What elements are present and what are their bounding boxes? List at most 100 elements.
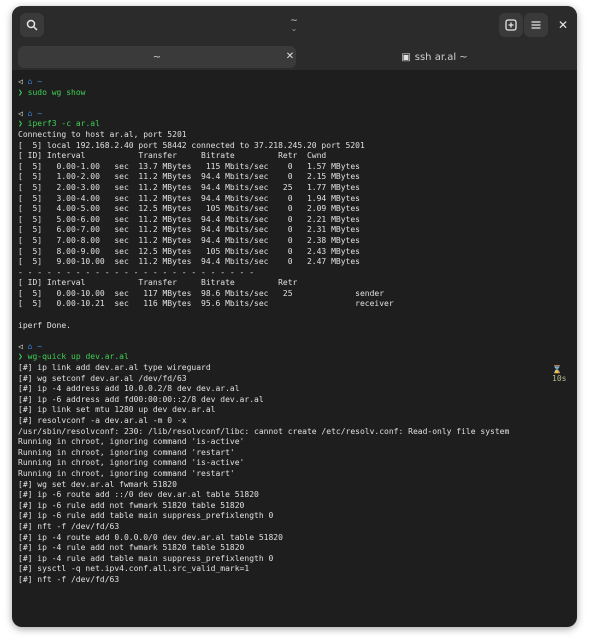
prompt-home-path: ⌂ ~ — [27, 77, 43, 86]
terminal-line: [ 5] 4.00-5.00 sec 12.5 MBytes 105 Mbits… — [18, 204, 574, 215]
output-text: Running in chroot, ignoring command 'res… — [18, 468, 235, 478]
prompt-arrow-icon: ◁ — [18, 77, 23, 86]
terminal-output[interactable]: ◁ ⌂ ~ ❯ sudo wg show ◁ ⌂ ~ ❯ iperf3 -c ar.a… — [18, 77, 574, 586]
terminal-line: ◁ ⌂ ~ — [18, 109, 574, 120]
terminal-line: [ 5] 8.00-9.00 sec 12.5 MBytes 105 Mbits… — [18, 247, 574, 258]
terminal-line: [ 5] 0.00-10.00 sec 117 MBytes 98.6 Mbit… — [18, 289, 574, 300]
terminal-line: [#] wg set dev.ar.al fwmark 51820 — [18, 480, 574, 491]
header-bar: ~ ⌄ ✕ — [12, 6, 577, 44]
terminal-line: Running in chroot, ignoring command 'is-… — [18, 458, 574, 469]
terminal-icon: ▣ — [401, 51, 411, 63]
terminal-line: /usr/sbin/resolvconf: 230: /lib/resolvco… — [18, 427, 574, 438]
terminal-line: [#] ip -4 route add 0.0.0.0/0 dev dev.ar… — [18, 533, 574, 544]
output-text: [#] ip -4 rule add table main suppress_p… — [18, 553, 274, 563]
terminal-line: [ 5] 7.00-8.00 sec 11.2 MBytes 94.4 Mbit… — [18, 236, 574, 247]
terminal-line: [#] nft -f /dev/fd/63 — [18, 522, 574, 533]
terminal-line: Running in chroot, ignoring command 'res… — [18, 469, 574, 480]
output-text: [ 5] 7.00-8.00 sec 11.2 MBytes 94.4 Mbit… — [18, 235, 360, 245]
output-text: [ 5] 0.00-10.00 sec 117 MBytes 98.6 Mbit… — [18, 288, 385, 298]
output-text: [ ID] Interval Transfer Bitrate Retr Cwn… — [18, 151, 327, 161]
output-text: [#] ip link add dev.ar.al type wireguard — [18, 363, 211, 373]
prompt-arrow-icon: ◁ — [18, 341, 23, 351]
window-subtitle: ⌄ — [290, 24, 298, 33]
tab-label: ssh ar.al ~ — [414, 51, 468, 63]
terminal-line: [ 5] 0.00-1.00 sec 13.7 MBytes 115 Mbits… — [18, 162, 574, 173]
search-button[interactable] — [20, 13, 44, 37]
terminal-line: [#] ip link set mtu 1280 up dev dev.ar.a… — [18, 405, 574, 416]
terminal-line: [ ID] Interval Transfer Bitrate Retr — [18, 278, 574, 289]
terminal-line: [#] nft -f /dev/fd/63 — [18, 575, 574, 586]
terminal-line: [ 5] 6.00-7.00 sec 11.2 MBytes 94.4 Mbit… — [18, 225, 574, 236]
output-text: [#] ip -6 route add ::/0 dev dev.ar.al t… — [18, 490, 259, 500]
terminal-line: ❯ sudo wg show — [18, 88, 574, 99]
output-text: - - - - - - - - - - - - - - - - - - - - … — [18, 267, 255, 277]
output-text: Running in chroot, ignoring command 'is-… — [18, 458, 245, 468]
output-text: [#] ip -4 rule add not fwmark 51820 tabl… — [18, 543, 245, 553]
output-text: [#] nft -f /dev/fd/63 — [18, 521, 120, 531]
output-text: [#] ip -4 address add 10.0.0.2/8 dev dev… — [18, 384, 240, 394]
terminal-line: ◁ ⌂ ~ — [18, 342, 574, 353]
terminal-line: [ 5] 2.00-3.00 sec 11.2 MBytes 94.4 Mbit… — [18, 183, 574, 194]
terminal-line: [#] ip -6 address add fd00:00:00::2/8 de… — [18, 395, 574, 406]
output-text: [#] ip -6 address add fd00:00:00::2/8 de… — [18, 394, 264, 404]
prompt-chevron-icon: ❯ — [18, 87, 23, 97]
output-text: [#] ip -4 route add 0.0.0.0/0 dev dev.ar… — [18, 532, 283, 542]
terminal-line: [ 5] 0.00-10.21 sec 116 MBytes 95.6 Mbit… — [18, 299, 574, 310]
terminal-line: [#] ip -6 route add ::/0 dev dev.ar.al t… — [18, 490, 574, 501]
tab-bar: ~ ✕ ▣ ssh ar.al ~ — [12, 44, 577, 70]
terminal-line: [#] ip -6 rule add table main suppress_p… — [18, 511, 574, 522]
tab-ssh-ar-al[interactable]: ▣ ssh ar.al ~ — [298, 46, 571, 68]
terminal-line: [#] ip -4 address add 10.0.0.2/8 dev dev… — [18, 384, 574, 395]
window-title: ~ ⌄ — [274, 17, 314, 33]
terminal-line: [#] ip link add dev.ar.al type wireguard — [18, 363, 574, 374]
tab-local-home[interactable]: ~ ✕ — [18, 46, 296, 68]
menu-button[interactable] — [524, 13, 548, 37]
hamburger-menu-icon — [531, 21, 541, 29]
terminal-line: [#] resolvconf -a dev.ar.al -m 0 -x — [18, 416, 574, 427]
output-text: /usr/sbin/resolvconf: 230: /lib/resolvco… — [18, 426, 510, 436]
output-text: [ 5] 5.00-6.00 sec 11.2 MBytes 94.4 Mbit… — [18, 214, 360, 224]
prompt-chevron-icon: ❯ — [18, 352, 23, 362]
output-text: Running in chroot, ignoring command 'res… — [18, 447, 235, 457]
tab-label: ~ — [152, 51, 162, 63]
terminal-line: ❯ wg-quick up dev.ar.al — [18, 352, 574, 363]
tab-close-icon[interactable]: ✕ — [283, 50, 297, 64]
terminal-line: [#] sysctl -q net.ipv4.conf.all.src_vali… — [18, 564, 574, 575]
terminal-line: [#] ip -6 rule add not fwmark 51820 tabl… — [18, 501, 574, 512]
output-text: [ 5] 0.00-10.21 sec 116 MBytes 95.6 Mbit… — [18, 299, 394, 309]
terminal-line: [ 5] 9.00-10.00 sec 11.2 MBytes 94.4 Mbi… — [18, 257, 574, 268]
output-text: [#] ip -6 rule add not fwmark 51820 tabl… — [18, 500, 245, 510]
output-text: [#] wg setconf dev.ar.al /dev/fd/63 — [18, 373, 187, 383]
terminal-line: [#] ip -4 rule add not fwmark 51820 tabl… — [18, 543, 574, 554]
terminal-line: Running in chroot, ignoring command 'is-… — [18, 437, 574, 448]
terminal-line: Connecting to host ar.al, port 5201 — [18, 130, 574, 141]
terminal-line: iperf Done. — [18, 321, 574, 332]
search-icon — [26, 19, 38, 31]
output-text: [#] wg set dev.ar.al fwmark 51820 — [18, 479, 177, 489]
close-window-button[interactable]: ✕ — [551, 13, 575, 37]
output-text: Running in chroot, ignoring command 'is-… — [18, 437, 245, 447]
terminal-line: ◁ ⌂ ~ — [18, 77, 574, 88]
new-tab-button[interactable] — [499, 13, 523, 37]
output-text: [ ID] Interval Transfer Bitrate Retr — [18, 278, 298, 288]
output-text: [ 5] 8.00-9.00 sec 12.5 MBytes 105 Mbits… — [18, 246, 360, 256]
terminal-line: - - - - - - - - - - - - - - - - - - - - … — [18, 268, 574, 279]
prompt-home-path: ⌂ ~ — [27, 108, 43, 118]
output-text: [#] ip -6 rule add table main suppress_p… — [18, 511, 274, 521]
output-text: [ 5] 9.00-10.00 sec 11.2 MBytes 94.4 Mbi… — [18, 257, 360, 267]
terminal-line: Running in chroot, ignoring command 'res… — [18, 448, 574, 459]
terminal-line: [ 5] 5.00-6.00 sec 11.2 MBytes 94.4 Mbit… — [18, 215, 574, 226]
output-text: [#] sysctl -q net.ipv4.conf.all.src_vali… — [18, 564, 250, 574]
output-text: [#] ip link set mtu 1280 up dev dev.ar.a… — [18, 405, 216, 415]
terminal-line: [ 5] local 192.168.2.40 port 58442 conne… — [18, 141, 574, 152]
terminal-line: [#] ip -4 rule add table main suppress_p… — [18, 554, 574, 565]
new-tab-icon — [505, 19, 517, 31]
output-text: [#] resolvconf -a dev.ar.al -m 0 -x — [18, 416, 187, 425]
output-text: [ 5] local 192.168.2.40 port 58442 conne… — [18, 140, 365, 150]
terminal-line: [ 5] 3.00-4.00 sec 11.2 MBytes 94.4 Mbit… — [18, 194, 574, 205]
command-text: wg-quick up dev.ar.al — [27, 352, 129, 362]
prompt-arrow-icon: ◁ — [18, 108, 23, 118]
output-text: [#] nft -f /dev/fd/63 — [18, 574, 120, 584]
